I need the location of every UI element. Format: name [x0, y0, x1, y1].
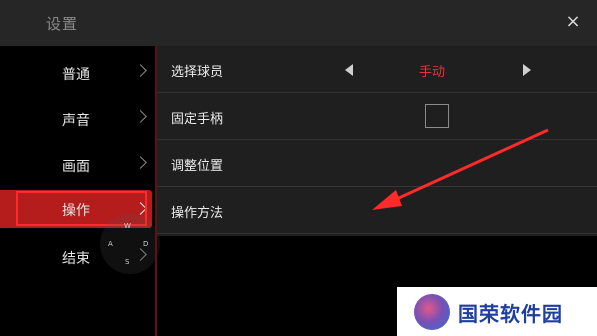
- annotation-arrow-shaft: [389, 128, 549, 204]
- watermark-text: 国荣软件园: [458, 302, 563, 326]
- annotation-arrow-head: [372, 190, 402, 210]
- watermark: 国荣软件园: [397, 287, 597, 336]
- annotation-arrow: [372, 128, 549, 210]
- watermark-logo: [414, 294, 450, 330]
